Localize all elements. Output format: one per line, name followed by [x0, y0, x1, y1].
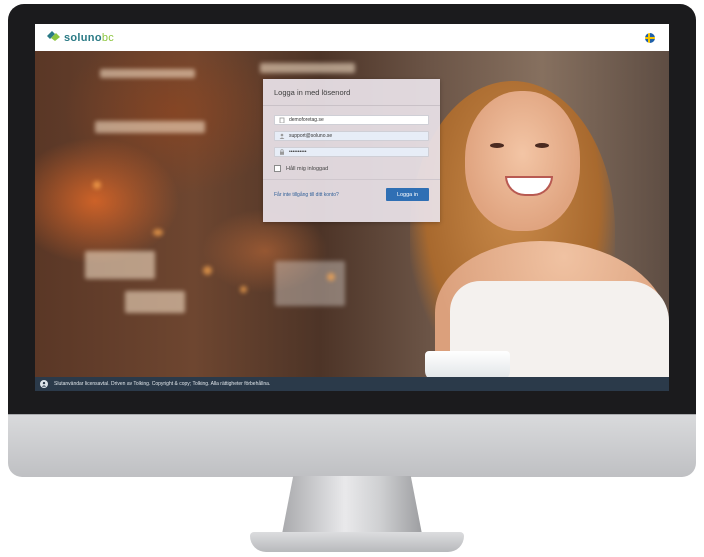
monitor-stand-neck [282, 476, 422, 534]
divider [263, 179, 440, 180]
password-input[interactable] [289, 148, 409, 156]
logo-text: solunobc [64, 31, 115, 44]
logo[interactable]: solunobc [47, 29, 114, 47]
login-panel: Logga in med lösenord Håll mig inloggad [263, 79, 440, 222]
username-field[interactable] [274, 131, 429, 141]
user-icon [279, 133, 285, 139]
footer: Slutanvändar licensavtal. Driven av Tolk… [35, 377, 669, 391]
soluno-logo-icon [47, 29, 61, 47]
monitor-chin [8, 414, 696, 477]
login-title: Logga in med lösenord [274, 88, 351, 97]
company-field[interactable] [274, 115, 429, 125]
login-button[interactable]: Logga in [386, 188, 429, 201]
lock-icon [279, 149, 285, 155]
footer-text: Slutanvändar licensavtal. Driven av Tolk… [54, 381, 271, 387]
user-circle-icon[interactable] [40, 380, 48, 388]
sweden-flag-icon[interactable] [645, 32, 655, 43]
building-icon [279, 117, 285, 123]
top-bar: solunobc [35, 24, 669, 51]
remember-checkbox[interactable] [274, 165, 281, 172]
divider [263, 105, 440, 106]
password-field[interactable] [274, 147, 429, 157]
remember-label: Håll mig inloggad [286, 165, 329, 172]
screen: solunobc Logga in med lösenord demoforet… [35, 24, 669, 391]
username-input[interactable] [289, 132, 409, 140]
forgot-account-link[interactable]: Får inte tillgång till ditt konto? [274, 192, 339, 198]
monitor-stand-foot [250, 532, 464, 552]
login-actions: Får inte tillgång till ditt konto? Logga… [274, 188, 429, 201]
company-input[interactable] [289, 116, 409, 124]
remember-me[interactable]: Håll mig inloggad [274, 165, 429, 172]
